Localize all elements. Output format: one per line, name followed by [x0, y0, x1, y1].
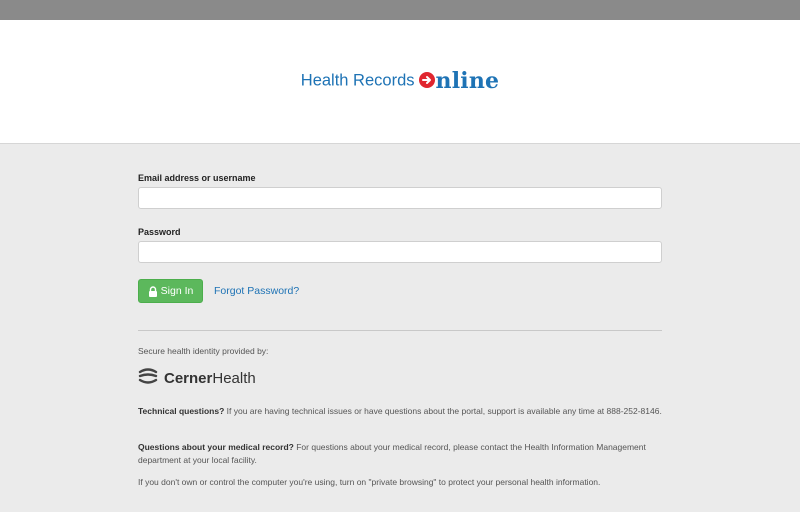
password-label: Password	[138, 227, 181, 237]
sign-in-button[interactable]: Sign In	[138, 279, 203, 303]
sign-in-label: Sign In	[160, 285, 194, 297]
cerner-health-logo: CernerHealth	[138, 367, 256, 390]
cerner-logo-regular: Health	[212, 370, 256, 387]
cerner-logo-bold: Cerner	[164, 370, 213, 387]
medical-record-title: Questions about your medical record?	[138, 442, 294, 452]
divider	[138, 330, 662, 331]
lock-icon	[148, 285, 158, 297]
health-records-online-logo: Health Records nline	[0, 68, 800, 94]
password-field[interactable]	[138, 241, 662, 263]
header: Health Records nline	[0, 20, 800, 144]
email-field[interactable]	[138, 187, 662, 209]
identity-provider-text: Secure health identity provided by:	[138, 346, 269, 356]
technical-questions-text: Technical questions? If you are having t…	[138, 405, 668, 418]
technical-questions-body: If you are having technical issues or ha…	[224, 406, 662, 416]
privacy-text: If you don't own or control the computer…	[138, 477, 601, 487]
logo-health-records-text: Health Records	[300, 71, 415, 90]
arrow-right-icon	[418, 72, 435, 88]
cerner-logo-icon	[138, 367, 158, 390]
logo-online-text: nline	[435, 68, 500, 94]
medical-record-text: Questions about your medical record? For…	[138, 441, 668, 467]
forgot-password-link[interactable]: Forgot Password?	[214, 285, 299, 297]
technical-questions-title: Technical questions?	[138, 406, 225, 416]
top-bar	[0, 0, 800, 20]
email-label: Email address or username	[138, 173, 256, 183]
